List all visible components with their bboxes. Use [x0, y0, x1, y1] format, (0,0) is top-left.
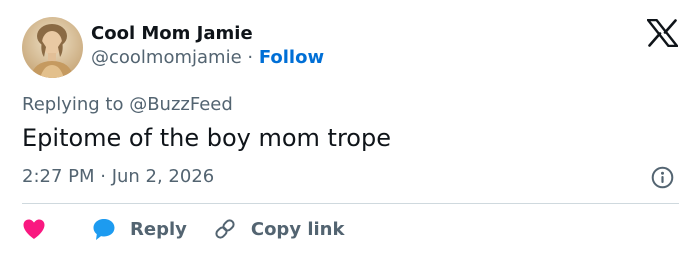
tweet-header: Cool Mom Jamie @coolmomjamie · Follow: [22, 16, 324, 78]
copy-link-label: Copy link: [250, 218, 345, 240]
replying-handle[interactable]: @BuzzFeed: [129, 94, 233, 115]
handle-row: @coolmomjamie · Follow: [91, 46, 324, 70]
reply-button[interactable]: Reply: [92, 217, 187, 241]
replying-prefix: Replying to: [22, 94, 130, 115]
heart-icon: [22, 218, 46, 240]
reply-label: Reply: [130, 218, 187, 240]
copy-link-button[interactable]: Copy link: [213, 217, 345, 241]
speech-bubble-icon: [92, 217, 116, 241]
info-icon[interactable]: [651, 166, 674, 189]
tweet-text: Epitome of the boy mom trope: [22, 124, 391, 152]
tweet-timestamp[interactable]: 2:27 PM · Jun 2, 2026: [22, 165, 214, 189]
action-bar: Reply Copy link: [22, 215, 344, 243]
replying-to: Replying to @BuzzFeed: [22, 93, 233, 117]
follow-button[interactable]: Follow: [259, 47, 324, 68]
display-name[interactable]: Cool Mom Jamie: [91, 22, 324, 46]
separator-dot: ·: [241, 47, 259, 68]
like-button[interactable]: [22, 218, 92, 240]
user-handle[interactable]: @coolmomjamie: [91, 47, 242, 68]
user-info: Cool Mom Jamie @coolmomjamie · Follow: [91, 22, 324, 70]
avatar[interactable]: [22, 16, 83, 78]
link-icon: [213, 217, 237, 241]
divider: [22, 203, 679, 204]
x-logo-icon[interactable]: [646, 18, 679, 48]
